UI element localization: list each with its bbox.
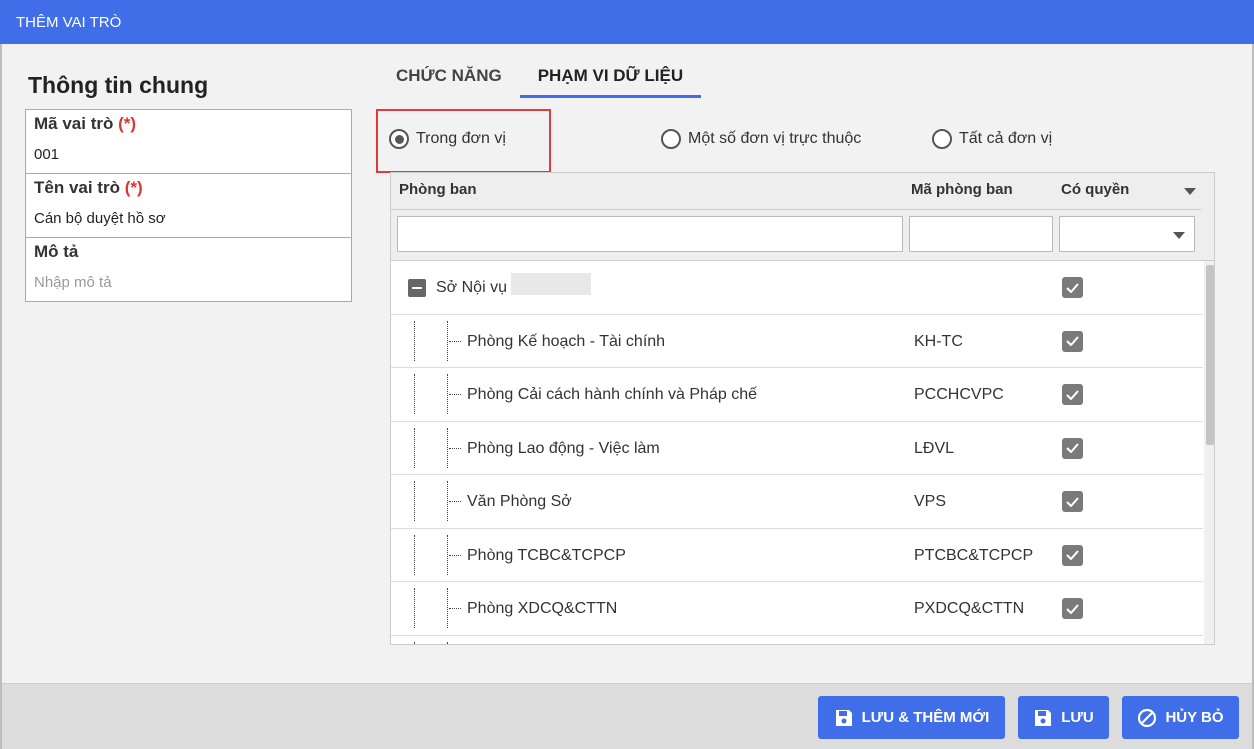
description-input[interactable]: Nhập mô tả <box>34 274 343 291</box>
table-row[interactable]: Văn Phòng Sở VPS <box>391 475 1203 529</box>
permission-checkbox[interactable] <box>1062 544 1083 566</box>
department-name: Phòng Kế hoạch - Tài chính <box>467 332 666 350</box>
required-marker: (*) <box>124 178 143 197</box>
save-label: LƯU <box>1061 709 1094 726</box>
code-filter-input[interactable] <box>909 216 1053 252</box>
role-name-label: Tên vai trò <box>34 178 120 197</box>
radio-label: Tất cả đơn vị <box>959 130 1053 147</box>
tab-bar: CHỨC NĂNG PHẠM VI DỮ LIỆU <box>378 62 702 98</box>
permission-checkbox[interactable] <box>1062 598 1083 619</box>
permission-checkbox[interactable] <box>1062 491 1083 512</box>
table-row[interactable]: Phòng Lao động - Việc làm LĐVL <box>391 422 1203 475</box>
table-row[interactable]: Phòng TCBC&TCPCP PTCBC&TCPCP <box>391 529 1203 582</box>
description-label: Mô tả <box>34 242 79 261</box>
department-name: Sở Nội vụ H <box>436 279 523 296</box>
chevron-down-icon <box>1173 232 1185 239</box>
save-and-new-button[interactable]: LƯU & THÊM MỚI <box>818 696 1005 739</box>
department-code: KH-TC <box>914 332 963 350</box>
tab-data-scope[interactable]: PHẠM VI DỮ LIỆU <box>519 62 702 98</box>
role-code-label: Mã vai trò <box>34 114 114 133</box>
column-menu-icon[interactable] <box>1184 188 1196 195</box>
table-row[interactable]: Phòng Cải cách hành chính và Pháp chế PC… <box>391 368 1203 422</box>
department-name: Phòng Cải cách hành chính và Pháp chế <box>467 386 757 403</box>
department-code: VPS <box>914 493 947 510</box>
table-row[interactable] <box>391 636 1203 644</box>
checkmark-icon <box>1066 603 1079 614</box>
radio-within-unit[interactable]: Trong đơn vị <box>389 129 506 149</box>
table-row[interactable]: Phòng XDCQ&CTTN PXDCQ&CTTN <box>391 582 1203 636</box>
checkmark-icon <box>1066 389 1079 400</box>
permission-checkbox[interactable] <box>1062 330 1083 352</box>
role-code-input[interactable]: 001 <box>34 146 343 163</box>
grid-header: Phòng ban Mã phòng ban Có quyền <box>391 173 1214 261</box>
section-title: Thông tin chung <box>28 72 209 98</box>
column-header-permission[interactable]: Có quyền <box>1061 181 1129 198</box>
scrollbar-thumb[interactable] <box>1206 265 1214 445</box>
tab-functions[interactable]: CHỨC NĂNG <box>378 62 520 98</box>
department-filter-input[interactable] <box>397 216 903 252</box>
permission-filter-select[interactable] <box>1059 216 1195 252</box>
table-row[interactable]: Phòng Kế hoạch - Tài chính KH-TC <box>391 315 1203 368</box>
radio-label: Trong đơn vị <box>416 130 506 147</box>
redacted-area <box>511 273 591 295</box>
radio-some-units[interactable]: Một số đơn vị trực thuộc <box>661 129 861 149</box>
permission-checkbox[interactable] <box>1062 277 1083 298</box>
checkmark-icon <box>1066 336 1079 346</box>
checkmark-icon <box>1066 443 1079 453</box>
save-and-new-label: LƯU & THÊM MỚI <box>861 709 990 726</box>
description-field[interactable]: Mô tả Nhập mô tả <box>26 238 351 302</box>
general-form: Mã vai trò (*) 001 Tên vai trò (*) Cán b… <box>25 109 352 302</box>
department-code: PTCBC&TCPCP <box>914 546 1034 564</box>
required-marker: (*) <box>118 114 137 133</box>
role-name-input[interactable]: Cán bộ duyệt hồ sơ <box>34 210 343 227</box>
department-code: LĐVL <box>914 439 955 457</box>
cancel-label: HỦY BỎ <box>1165 709 1224 726</box>
permission-checkbox[interactable] <box>1062 437 1083 459</box>
save-icon <box>1035 709 1052 726</box>
department-grid: Phòng ban Mã phòng ban Có quyền Sở Nội v… <box>390 172 1215 645</box>
grid-body: Sở Nội vụ H Phòng Kế hoạch - Tài chính K… <box>391 261 1203 644</box>
role-name-field[interactable]: Tên vai trò (*) Cán bộ duyệt hồ sơ <box>26 174 351 238</box>
permission-checkbox[interactable] <box>1062 384 1083 405</box>
department-code: PCCHCVPC <box>914 386 1004 403</box>
department-name: Phòng TCBC&TCPCP <box>467 546 626 564</box>
save-button[interactable]: LƯU <box>1018 696 1109 739</box>
checkmark-icon <box>1066 496 1079 507</box>
cancel-button[interactable]: HỦY BỎ <box>1122 696 1239 739</box>
column-header-department[interactable]: Phòng ban <box>399 181 477 198</box>
department-name: Phòng Lao động - Việc làm <box>467 439 660 457</box>
department-name: Văn Phòng Sở <box>467 493 572 510</box>
collapse-icon[interactable] <box>408 279 426 297</box>
radio-empty-icon <box>661 129 681 149</box>
column-header-code[interactable]: Mã phòng ban <box>911 181 1013 198</box>
radio-all-units[interactable]: Tất cả đơn vị <box>932 129 1052 149</box>
radio-empty-icon <box>932 129 952 149</box>
cancel-icon <box>1138 708 1157 727</box>
checkmark-icon <box>1066 282 1079 293</box>
department-name: Phòng XDCQ&CTTN <box>467 600 618 617</box>
save-icon <box>835 709 852 726</box>
role-code-field[interactable]: Mã vai trò (*) 001 <box>26 110 351 174</box>
department-code: PXDCQ&CTTN <box>914 600 1025 617</box>
radio-label: Một số đơn vị trực thuộc <box>688 130 862 147</box>
dialog-title: THÊM VAI TRÒ <box>0 0 1254 44</box>
checkmark-icon <box>1066 550 1079 560</box>
radio-selected-icon <box>389 129 409 149</box>
table-row[interactable]: Sở Nội vụ H <box>391 261 1203 315</box>
